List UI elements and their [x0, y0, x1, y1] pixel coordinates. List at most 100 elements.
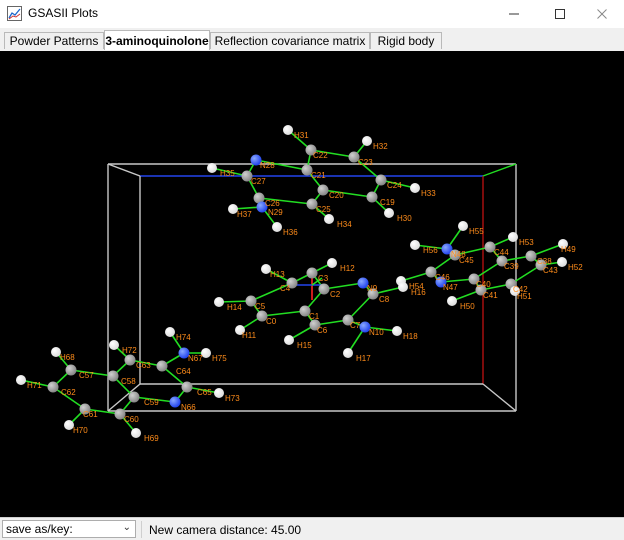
- status-bar: save as/key: ⌄ New camera distance: 45.0…: [0, 517, 624, 540]
- atom-label-h68: H68: [60, 353, 75, 362]
- atom-n66: [169, 396, 181, 408]
- atom-h15: [284, 335, 294, 345]
- close-button[interactable]: [580, 0, 624, 28]
- atom-h55: [458, 221, 468, 231]
- tab-rigid-body[interactable]: Rigid body: [370, 32, 442, 49]
- atom-label-h71: H71: [27, 381, 42, 390]
- atom-label-n47: N47: [443, 283, 458, 292]
- atom-label-c7: C7: [350, 321, 361, 330]
- atom-label-h50: H50: [460, 302, 475, 311]
- atom-label-c46: C46: [435, 273, 450, 282]
- atom-label-c5: C5: [255, 302, 266, 311]
- atom-h71: [16, 375, 26, 385]
- tab-reflection-covariance-matrix[interactable]: Reflection covariance matrix: [210, 32, 370, 49]
- atom-label-c45: C45: [459, 256, 474, 265]
- atom-label-h52: H52: [568, 263, 583, 272]
- maximize-button[interactable]: [538, 0, 582, 28]
- atom-label-h75: H75: [212, 354, 227, 363]
- atom-label-c58: C58: [121, 377, 136, 386]
- atom-label-c62: C62: [61, 388, 76, 397]
- atom-h32: [362, 136, 372, 146]
- atom-label-c0: C0: [266, 317, 277, 326]
- atom-label-h13: H13: [270, 270, 285, 279]
- save-as-key-value: save as/key:: [6, 522, 73, 536]
- atom-label-h55: H55: [469, 227, 484, 236]
- structure-plot-svg[interactable]: H31 H32 C22 C23 N28 H35 C27 C21 C24 H33 C20 C26 C25 C…: [0, 51, 624, 517]
- atom-label-c24: C24: [387, 181, 402, 190]
- atom-label-c65: C65: [197, 388, 212, 397]
- atom-h69: [131, 428, 141, 438]
- atom-label-h72: H72: [122, 346, 137, 355]
- atom-label-n10: N10: [369, 328, 384, 337]
- atom-h33: [410, 183, 420, 193]
- title-bar: GSASII Plots: [0, 0, 624, 28]
- atom-c3: [306, 267, 318, 279]
- minimize-icon: [509, 13, 519, 15]
- atom-label-h14: H14: [227, 303, 242, 312]
- atom-label-c8: C8: [379, 295, 390, 304]
- atom-label-h53: H53: [519, 238, 534, 247]
- atom-h14: [214, 297, 224, 307]
- atom-label-c64: C64: [176, 367, 191, 376]
- atom-label-h51: H51: [517, 292, 532, 301]
- atom-label-c2: C2: [330, 290, 341, 299]
- atom-h72: [109, 340, 119, 350]
- atom-label-n29: N29: [268, 208, 283, 217]
- atom-c2: [318, 283, 330, 295]
- atom-h16: [398, 282, 408, 292]
- atom-label-c27: C27: [251, 177, 266, 186]
- atom-h18: [392, 326, 402, 336]
- atom-label-c6: C6: [317, 326, 328, 335]
- atom-c19: [366, 191, 378, 203]
- chevron-down-icon: ⌄: [122, 522, 131, 533]
- atom-h74: [165, 327, 175, 337]
- atom-label-c3: C3: [318, 274, 329, 283]
- minimize-button[interactable]: [492, 0, 536, 28]
- atom-label-h70: H70: [73, 426, 88, 435]
- atom-label-h49: H49: [561, 245, 576, 254]
- atom-label-h17: H17: [356, 354, 371, 363]
- atom-label-c1: C1: [309, 312, 320, 321]
- atom-label-c4: C4: [280, 284, 291, 293]
- atom-h50: [447, 296, 457, 306]
- atom-h36: [272, 222, 282, 232]
- tab-3-aminoquinolone[interactable]: 3-aminoquinolone: [104, 30, 210, 50]
- atom-label-h36: H36: [283, 228, 298, 237]
- atom-label-h11: H11: [242, 331, 257, 340]
- bond: [261, 310, 306, 317]
- atom-label-c39: C39: [504, 262, 519, 271]
- atom-label-h30: H30: [397, 214, 412, 223]
- atom-label-h31: H31: [294, 131, 309, 140]
- atom-h52: [557, 257, 567, 267]
- atom-label-c40: C40: [476, 280, 491, 289]
- tab-bar: Powder Patterns 3-aminoquinolone Reflect…: [0, 29, 624, 50]
- tab-powder-patterns[interactable]: Powder Patterns: [4, 32, 104, 49]
- atom-h34: [324, 214, 334, 224]
- atom-h30: [384, 208, 394, 218]
- save-as-key-select[interactable]: save as/key: ⌄: [2, 520, 136, 538]
- atom-label-c43: C43: [543, 266, 558, 275]
- atom-c24: [375, 174, 387, 186]
- atom-c59: [128, 391, 140, 403]
- atom-label-c25: C25: [316, 205, 331, 214]
- camera-distance-status: New camera distance: 45.00: [149, 523, 302, 537]
- atom-c64: [156, 360, 168, 372]
- bond: [323, 282, 364, 290]
- atom-label-h37: H37: [237, 210, 252, 219]
- atom-label-c59: C59: [144, 398, 159, 407]
- atom-h12: [327, 258, 337, 268]
- app-icon: [7, 6, 22, 21]
- atom-c58: [107, 370, 119, 382]
- maximize-icon: [555, 9, 565, 19]
- atom-label-c60: C60: [124, 415, 139, 424]
- atom-label-c26: C26: [265, 199, 280, 208]
- atom-label-c23: C23: [358, 158, 373, 167]
- atom-label-n9: N9: [367, 284, 378, 293]
- atom-label-c44: C44: [494, 248, 509, 257]
- atom-c38: [525, 250, 537, 262]
- atom-c57: [65, 364, 77, 376]
- structure-plot-canvas[interactable]: H31 H32 C22 C23 N28 H35 C27 C21 C24 H33 C20 C26 C25 C…: [0, 51, 624, 517]
- atom-c62: [47, 381, 59, 393]
- close-icon: [597, 9, 607, 19]
- atom-label-h12: H12: [340, 264, 355, 273]
